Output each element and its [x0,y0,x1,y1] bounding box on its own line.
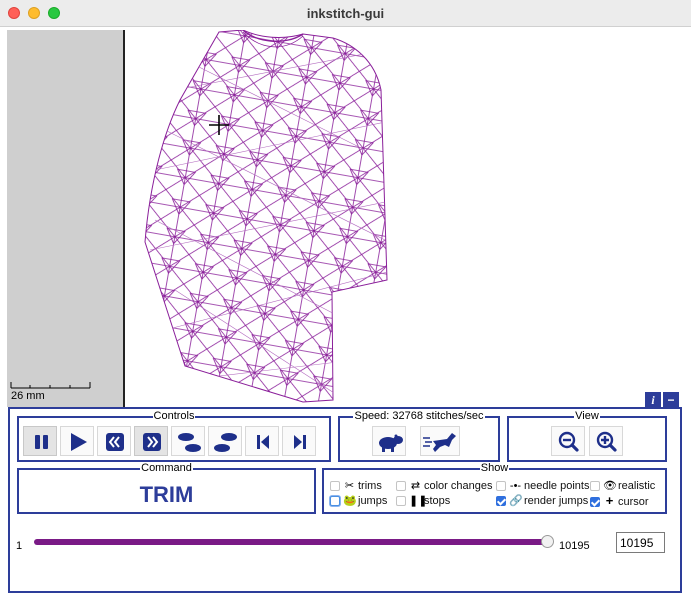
show-color-changes-checkbox[interactable] [396,481,406,491]
info-icon[interactable]: i [645,392,661,408]
show-trims-option[interactable]: ✂ trims [330,479,382,493]
show-realistic-option[interactable]: 👁realistic [590,479,655,493]
next-command-button[interactable] [282,426,316,456]
embroidery-canvas[interactable] [125,30,691,407]
zoom-out-button[interactable] [551,426,585,456]
show-stops-checkbox[interactable] [396,496,406,506]
previous-command-icon [257,435,269,449]
show-realistic-checkbox[interactable] [590,481,600,491]
zoom-out-icon [558,431,579,452]
pause-stop-icon: ❚❚ [409,495,428,507]
command-label: Command [140,462,193,474]
show-color-changes-option[interactable]: ⇄ color changes [396,479,493,493]
slider-max-label: 10195 [559,540,590,552]
show-jumps-checkbox[interactable] [330,496,340,506]
render-jumps-checkbox[interactable] [496,496,506,506]
play-icon [71,433,87,451]
show-jumps-option[interactable]: 🐸jumps [330,494,387,508]
view-label: View [574,410,600,422]
step-forward-button[interactable] [208,426,242,456]
speed-label: Speed: 32768 stitches/sec [353,410,485,422]
step-backward-button[interactable] [171,426,205,456]
scissors-icon: ✂ [344,480,355,492]
title-bar: inkstitch-gui [0,0,691,27]
previous-command-button[interactable] [245,426,279,456]
window-title: inkstitch-gui [306,6,385,21]
swap-arrows-icon: ⇄ [410,480,421,492]
next-command-icon [294,435,306,449]
current-stitch-input[interactable] [616,532,665,553]
pause-button[interactable] [23,426,57,456]
command-group: Command TRIM [17,462,316,514]
speed-up-button[interactable] [420,426,460,456]
frog-icon: 🐸 [343,495,357,507]
render-jumps-option[interactable]: 🔗render jumps [496,494,588,508]
current-command: TRIM [139,482,194,507]
slider-min-label: 1 [16,540,23,552]
fast-forward-button[interactable] [134,426,168,456]
show-cursor-option[interactable]: + cursor [590,494,649,508]
link-icon: 🔗 [509,495,523,507]
slow-down-button[interactable] [372,426,406,456]
control-panel: Controls Speed: 32768 stitches/sec View … [8,407,682,593]
hippo-slow-icon [379,434,403,452]
stitch-slider-thumb[interactable] [541,535,554,548]
show-needle-points-option[interactable]: -•- needle points [496,479,589,493]
show-cursor-checkbox[interactable] [590,497,600,507]
step-forward-footprints-icon [214,433,237,452]
collapse-panel-icon[interactable]: − [663,392,679,408]
needle-point-icon: -•- [509,480,522,492]
zoom-in-button[interactable] [589,426,623,456]
fast-forward-icon [143,433,161,451]
stitch-preview [144,30,388,403]
view-group: View [507,410,667,462]
rewind-icon [106,433,124,451]
eye-icon: 👁 [603,480,617,492]
controls-group: Controls [17,410,331,462]
show-needle-points-checkbox[interactable] [496,481,506,491]
running-horse-fast-icon [423,433,456,452]
zoom-in-icon [596,431,617,452]
stitch-slider-track[interactable] [34,539,548,545]
panel-corner-buttons: i − [645,392,681,408]
show-group: Show ✂ trims ⇄ color changes -•- needle poi… [322,462,667,514]
show-label: Show [479,462,510,474]
show-trims-checkbox[interactable] [330,481,340,491]
step-backward-footprints-icon [178,433,201,452]
controls-label: Controls [152,410,196,422]
left-margin-panel [7,30,123,407]
scale-label: 26 mm [11,390,45,402]
speed-group: Speed: 32768 stitches/sec [338,410,500,462]
pause-icon [35,435,48,449]
shirt-stitch-design [144,30,388,403]
crosshair-icon: + [605,493,614,508]
scale-bar [10,382,91,389]
show-stops-option[interactable]: ❚❚stops [396,494,450,508]
rewind-button[interactable] [97,426,131,456]
play-button[interactable] [60,426,94,456]
